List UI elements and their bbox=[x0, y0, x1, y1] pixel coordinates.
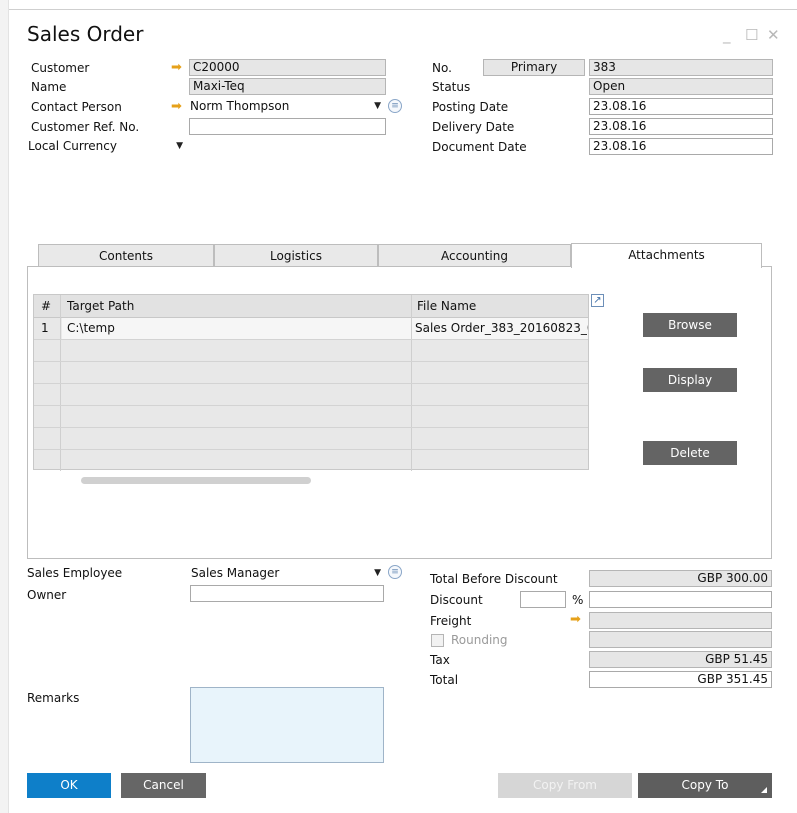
contact-link-arrow-icon[interactable]: ➡ bbox=[171, 100, 182, 113]
tab-contents[interactable]: Contents bbox=[38, 244, 214, 267]
window-top-border bbox=[9, 9, 797, 10]
sales-employee-dropdown[interactable]: Sales Manager ▼ bbox=[189, 565, 385, 582]
status-field: Open bbox=[589, 78, 773, 95]
chevron-down-icon: ▼ bbox=[374, 568, 381, 578]
copy-to-label: Copy To bbox=[681, 778, 729, 792]
tax-field: GBP 51.45 bbox=[589, 651, 772, 668]
currency-value: Local Currency bbox=[28, 139, 117, 153]
total-label: Total bbox=[430, 673, 459, 687]
discount-amount-input[interactable] bbox=[589, 591, 772, 608]
ok-button[interactable]: OK bbox=[27, 773, 111, 798]
row-target-path[interactable]: C:\temp bbox=[67, 318, 407, 338]
currency-dropdown[interactable]: Local Currency ▼ bbox=[27, 138, 187, 155]
posting-date-label: Posting Date bbox=[432, 100, 509, 114]
freight-link-arrow-icon[interactable]: ➡ bbox=[570, 613, 581, 626]
contact-person-label: Contact Person bbox=[31, 100, 122, 114]
contact-person-dropdown[interactable]: Norm Thompson ▼ bbox=[189, 98, 385, 115]
contact-person-value: Norm Thompson bbox=[190, 99, 290, 113]
column-header-file-name[interactable]: File Name bbox=[417, 296, 476, 316]
customer-label: Customer bbox=[31, 61, 90, 75]
delete-button[interactable]: Delete bbox=[643, 441, 737, 465]
document-date-label: Document Date bbox=[432, 140, 527, 154]
customer-ref-input[interactable] bbox=[189, 118, 386, 135]
discount-percent-input[interactable] bbox=[520, 591, 566, 608]
tax-label: Tax bbox=[430, 653, 450, 667]
close-icon[interactable]: ✕ bbox=[767, 26, 780, 44]
tab-accounting[interactable]: Accounting bbox=[378, 244, 571, 267]
copy-from-button[interactable]: Copy From bbox=[498, 773, 632, 798]
contact-details-icon[interactable]: ≡ bbox=[388, 99, 402, 113]
sales-employee-value: Sales Manager bbox=[191, 566, 280, 580]
total-field: GBP 351.45 bbox=[589, 671, 772, 688]
chevron-down-icon: ▼ bbox=[176, 141, 183, 151]
browse-button[interactable]: Browse bbox=[643, 313, 737, 337]
delivery-date-input[interactable]: 23.08.16 bbox=[589, 118, 773, 135]
total-before-discount-label: Total Before Discount bbox=[430, 572, 558, 586]
percent-sign: % bbox=[572, 593, 584, 607]
customer-ref-label: Customer Ref. No. bbox=[31, 120, 140, 134]
remarks-label: Remarks bbox=[27, 691, 80, 705]
employee-details-icon[interactable]: ≡ bbox=[388, 565, 402, 579]
posting-date-input[interactable]: 23.08.16 bbox=[589, 98, 773, 115]
attachments-table: # Target Path File Name 1 C:\temp Sales … bbox=[33, 294, 589, 471]
customer-field[interactable]: C20000 bbox=[189, 59, 386, 76]
sales-employee-label: Sales Employee bbox=[27, 566, 123, 580]
rounding-field bbox=[589, 631, 772, 648]
expand-icon[interactable]: ↗ bbox=[591, 294, 604, 307]
freight-label: Freight bbox=[430, 614, 472, 628]
window-title: Sales Order bbox=[27, 22, 144, 46]
maximize-icon[interactable]: ☐ bbox=[745, 26, 758, 44]
horizontal-scrollbar[interactable] bbox=[81, 477, 311, 484]
copy-to-button[interactable]: Copy To bbox=[638, 773, 772, 798]
freight-field bbox=[589, 612, 772, 629]
owner-label: Owner bbox=[27, 588, 67, 602]
document-date-input[interactable]: 23.08.16 bbox=[589, 138, 773, 155]
tab-attachments[interactable]: Attachments bbox=[571, 243, 762, 268]
column-header-num[interactable]: # bbox=[41, 296, 51, 316]
cancel-button[interactable]: Cancel bbox=[121, 773, 206, 798]
row-num: 1 bbox=[41, 321, 49, 335]
name-label: Name bbox=[31, 80, 67, 94]
tab-logistics[interactable]: Logistics bbox=[214, 244, 378, 267]
window-left-border bbox=[0, 0, 9, 813]
discount-label: Discount bbox=[430, 593, 483, 607]
rounding-checkbox[interactable] bbox=[431, 634, 444, 647]
row-file-name[interactable]: Sales Order_383_20160823_09 bbox=[415, 318, 588, 338]
column-header-target-path[interactable]: Target Path bbox=[67, 296, 134, 316]
customer-link-arrow-icon[interactable]: ➡ bbox=[171, 61, 182, 74]
name-field[interactable]: Maxi-Teq bbox=[189, 78, 386, 95]
owner-input[interactable] bbox=[190, 585, 384, 602]
remarks-textarea[interactable] bbox=[190, 687, 384, 763]
chevron-down-icon: ▼ bbox=[374, 101, 381, 111]
rounding-label: Rounding bbox=[451, 633, 508, 647]
doc-number-field[interactable]: 383 bbox=[589, 59, 773, 76]
delivery-date-label: Delivery Date bbox=[432, 120, 515, 134]
series-field[interactable]: Primary bbox=[483, 59, 585, 76]
no-label: No. bbox=[432, 61, 452, 75]
dropdown-corner-icon bbox=[761, 787, 767, 793]
minimize-icon[interactable]: _ bbox=[723, 26, 731, 44]
display-button[interactable]: Display bbox=[643, 368, 737, 392]
status-label: Status bbox=[432, 80, 471, 94]
total-before-discount-field: GBP 300.00 bbox=[589, 570, 772, 587]
